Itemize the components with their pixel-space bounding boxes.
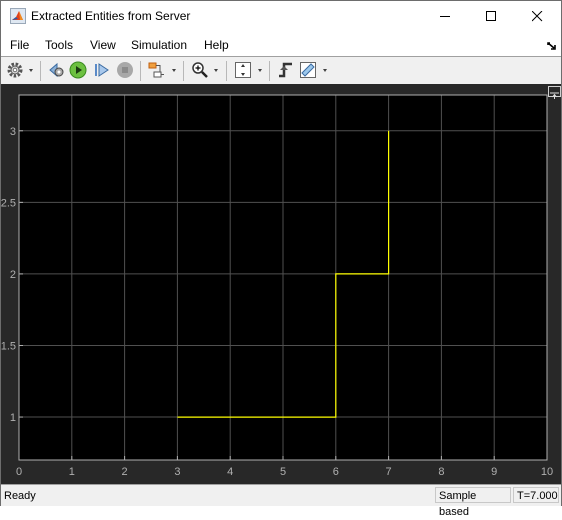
gear-icon xyxy=(7,62,23,78)
maximize-icon xyxy=(486,11,496,21)
highlight-block-button[interactable] xyxy=(148,61,166,79)
menu-simulation[interactable]: Simulation xyxy=(131,38,187,52)
scope-plot[interactable]: 0 1 2 3 4 5 6 7 8 9 10 1 1.5 2 2.5 3 xyxy=(1,84,561,484)
zoom-dropdown-arrow[interactable] xyxy=(214,69,218,72)
title-bar[interactable]: Extracted Entities from Server xyxy=(1,1,561,32)
menu-file[interactable]: File xyxy=(10,38,29,52)
status-sample-mode: Sample based xyxy=(435,487,511,518)
plot-panel: 0 1 2 3 4 5 6 7 8 9 10 1 1.5 2 2.5 3 xyxy=(1,84,561,484)
step-back-icon xyxy=(49,62,64,78)
zoom-in-icon xyxy=(192,62,208,78)
stop-icon xyxy=(117,62,133,78)
stop-button[interactable] xyxy=(116,61,134,79)
triggers-button[interactable] xyxy=(277,61,295,79)
maximize-button[interactable] xyxy=(468,1,514,32)
window-title: Extracted Entities from Server xyxy=(31,9,191,23)
block-diagram-icon xyxy=(148,62,164,78)
restore-layout-icon xyxy=(550,92,559,99)
ruler-icon xyxy=(300,62,316,78)
scale-axes-dropdown-arrow[interactable] xyxy=(258,69,262,72)
x-tick-label: 0 xyxy=(16,466,22,478)
toolbar xyxy=(1,56,561,85)
minimize-icon xyxy=(440,16,450,17)
x-tick-label: 8 xyxy=(438,466,444,478)
menu-help[interactable]: Help xyxy=(204,38,229,52)
status-bar: Ready Sample based T=7.000 xyxy=(1,484,561,518)
menu-tools[interactable]: Tools xyxy=(45,38,73,52)
y-tick-label: 1 xyxy=(10,412,16,424)
toolbar-separator xyxy=(140,61,141,81)
measurements-dropdown-arrow[interactable] xyxy=(323,69,327,72)
undock-arrow-icon[interactable] xyxy=(547,41,557,51)
x-tick-label: 7 xyxy=(386,466,392,478)
step-back-button[interactable] xyxy=(48,61,66,79)
highlight-dropdown-arrow[interactable] xyxy=(172,69,176,72)
x-tick-label: 5 xyxy=(280,466,286,478)
y-tick-label: 2.5 xyxy=(1,197,16,209)
zoom-button[interactable] xyxy=(191,61,209,79)
x-tick-label: 2 xyxy=(122,466,128,478)
close-icon xyxy=(532,11,543,22)
x-tick-label: 1 xyxy=(69,466,75,478)
toolbar-separator xyxy=(269,61,270,81)
y-tick-label: 1.5 xyxy=(1,340,16,352)
fit-axes-icon xyxy=(235,62,251,78)
restore-layout-button[interactable] xyxy=(548,86,561,99)
toolbar-separator xyxy=(40,61,41,81)
close-button[interactable] xyxy=(514,1,560,32)
play-icon xyxy=(69,61,87,79)
x-tick-label: 6 xyxy=(333,466,339,478)
x-tick-label: 10 xyxy=(541,466,553,478)
trigger-icon xyxy=(279,62,292,78)
y-tick-label: 3 xyxy=(10,126,16,138)
matlab-logo-icon xyxy=(10,8,26,24)
step-forward-button[interactable] xyxy=(93,61,111,79)
status-ready: Ready xyxy=(4,490,36,502)
scale-axes-button[interactable] xyxy=(234,61,252,79)
toolbar-separator xyxy=(183,61,184,81)
status-time: T=7.000 xyxy=(513,487,559,503)
measurements-button[interactable] xyxy=(299,61,317,79)
settings-dropdown-arrow[interactable] xyxy=(29,69,33,72)
x-tick-label: 4 xyxy=(227,466,233,478)
run-button[interactable] xyxy=(69,61,87,79)
x-tick-label: 3 xyxy=(174,466,180,478)
minimize-button[interactable] xyxy=(422,1,468,32)
y-tick-label: 2 xyxy=(10,269,16,281)
scope-window: Extracted Entities from Server File Tool… xyxy=(0,0,562,518)
menu-bar: File Tools View Simulation Help xyxy=(1,32,561,56)
step-forward-icon xyxy=(95,63,109,77)
menu-view[interactable]: View xyxy=(90,38,116,52)
toolbar-separator xyxy=(226,61,227,81)
x-tick-label: 9 xyxy=(491,466,497,478)
settings-button[interactable] xyxy=(6,61,24,79)
